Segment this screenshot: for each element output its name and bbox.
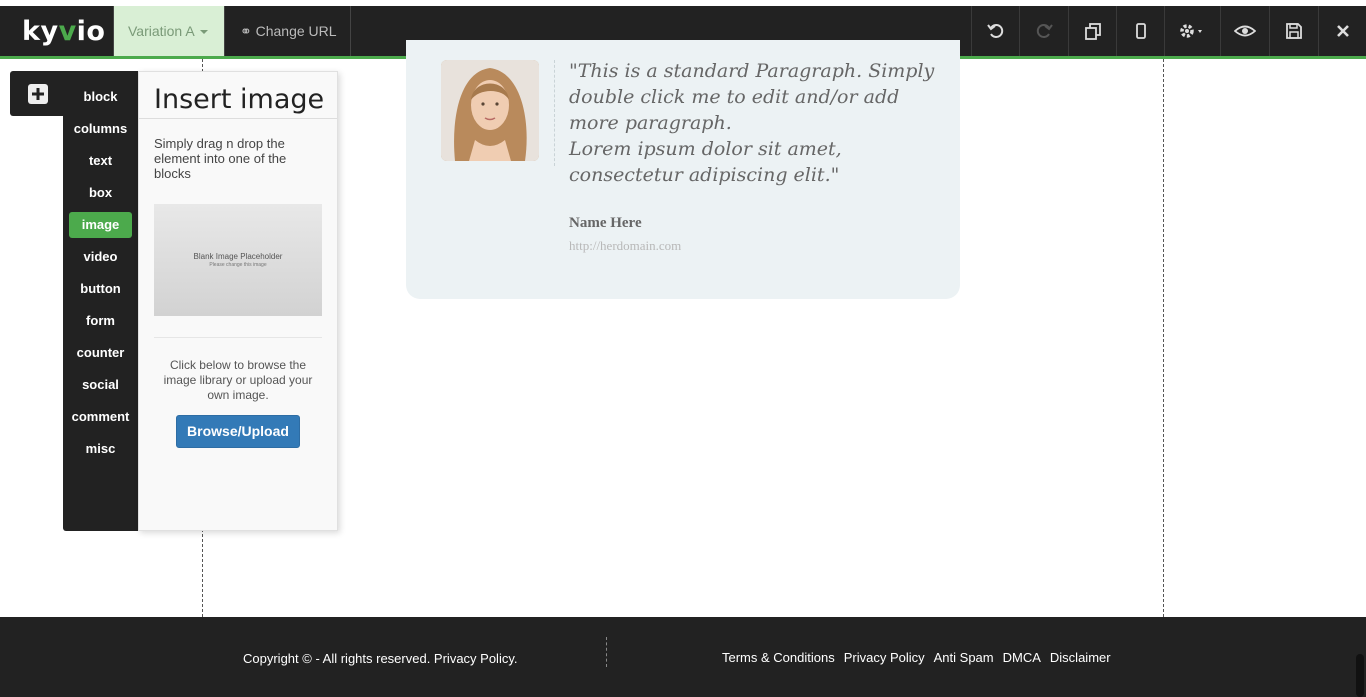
draggable-image-element[interactable]: Blank Image Placeholder Please change th…	[154, 204, 322, 316]
insert-image-panel: Insert image Simply drag n drop the elem…	[138, 71, 338, 531]
save-button[interactable]	[1269, 6, 1317, 56]
panel-description: Simply drag n drop the element into one …	[154, 136, 287, 181]
portrait-image	[441, 60, 539, 161]
right-guide-line	[1163, 59, 1164, 697]
testimonial-divider	[554, 60, 555, 166]
nav-item-button[interactable]: button	[69, 276, 132, 302]
nav-item-form[interactable]: form	[69, 308, 132, 334]
variation-dropdown[interactable]: Variation A	[113, 6, 225, 56]
redo-icon	[1036, 24, 1053, 38]
panel-title-divider	[139, 118, 337, 119]
variation-label: Variation A	[128, 23, 195, 39]
nav-item-box[interactable]: box	[69, 180, 132, 206]
nav-item-counter[interactable]: counter	[69, 340, 132, 366]
change-url-button[interactable]: ⚭ Change URL	[226, 6, 351, 56]
duplicate-icon	[1084, 23, 1101, 40]
footer-link-anti-spam[interactable]: Anti Spam	[934, 650, 994, 665]
kyvio-logo: kyvio	[22, 16, 106, 47]
panel-title: Insert image	[154, 84, 325, 115]
settings-icon	[1179, 24, 1202, 38]
close-button[interactable]	[1318, 6, 1366, 56]
footer-link-disclaimer[interactable]: Disclaimer	[1050, 650, 1111, 665]
footer-links: Terms & Conditions Privacy Policy Anti S…	[722, 650, 1111, 665]
settings-button[interactable]	[1164, 6, 1220, 56]
save-icon	[1285, 23, 1302, 39]
placeholder-title: Blank Image Placeholder	[193, 252, 283, 261]
preview-icon	[1233, 25, 1256, 37]
testimonial-block[interactable]: "This is a standard Paragraph. Simply do…	[406, 40, 960, 299]
nav-item-comment[interactable]: comment	[69, 404, 132, 430]
author-name[interactable]: Name Here	[569, 215, 642, 232]
footer-link-terms[interactable]: Terms & Conditions	[722, 650, 835, 665]
author-url[interactable]: http://herdomain.com	[569, 238, 681, 254]
placeholder-subtitle: Please change this image	[209, 262, 267, 268]
mobile-preview-button[interactable]	[1116, 6, 1164, 56]
mobile-preview-icon	[1135, 23, 1146, 39]
duplicate-button[interactable]	[1068, 6, 1116, 56]
nav-item-social[interactable]: social	[69, 372, 132, 398]
nav-item-misc[interactable]: misc	[69, 436, 132, 462]
close-icon	[1336, 25, 1349, 37]
undo-button[interactable]	[971, 6, 1019, 56]
quote-text: "This is a standard Paragraph. Simply do…	[569, 60, 935, 186]
preview-button[interactable]	[1220, 6, 1268, 56]
plus-square-icon	[28, 83, 48, 104]
avatar[interactable]	[441, 60, 539, 161]
nav-item-video[interactable]: video	[69, 244, 132, 270]
change-url-label: Change URL	[255, 23, 337, 39]
panel-divider	[154, 337, 322, 338]
caret-down-icon	[199, 30, 208, 35]
footer-divider	[606, 637, 607, 667]
nav-item-block[interactable]: block	[69, 84, 132, 110]
footer-copyright[interactable]: Copyright © - All rights reserved. Priva…	[243, 651, 517, 666]
browse-upload-button[interactable]: Browse/Upload	[176, 415, 300, 448]
nav-item-image[interactable]: image	[69, 212, 132, 238]
redo-button[interactable]	[1019, 6, 1067, 56]
footer-link-dmca[interactable]: DMCA	[1003, 650, 1041, 665]
footer-link-privacy[interactable]: Privacy Policy	[844, 650, 925, 665]
testimonial-quote[interactable]: "This is a standard Paragraph. Simply do…	[569, 58, 949, 188]
nav-item-text[interactable]: text	[69, 148, 132, 174]
page-footer: Copyright © - All rights reserved. Priva…	[0, 617, 1366, 697]
undo-icon	[986, 24, 1003, 38]
link-icon: ⚭	[240, 23, 252, 39]
panel-toggle-button[interactable]	[10, 71, 66, 116]
panel-help-text: Click below to browse the image library …	[163, 358, 313, 402]
nav-item-columns[interactable]: columns	[69, 116, 132, 142]
scrollbar-thumb[interactable]	[1356, 654, 1364, 697]
element-category-nav: block columns text box image video butto…	[63, 71, 138, 531]
